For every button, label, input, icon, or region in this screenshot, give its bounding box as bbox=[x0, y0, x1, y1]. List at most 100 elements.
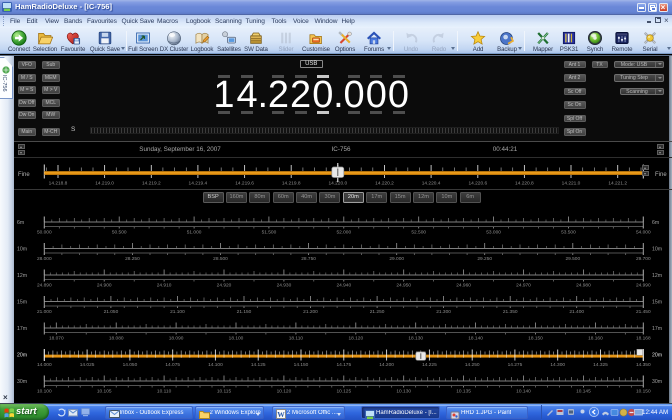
svg-text:18.110: 18.110 bbox=[289, 336, 304, 342]
svg-text:18.140: 18.140 bbox=[468, 336, 483, 342]
svg-text:18.150: 18.150 bbox=[528, 336, 543, 342]
svg-text:21.150: 21.150 bbox=[237, 309, 252, 315]
svg-text:24.900: 24.900 bbox=[97, 283, 112, 289]
svg-text:21.400: 21.400 bbox=[569, 309, 584, 315]
svg-text:14.200: 14.200 bbox=[379, 362, 394, 368]
svg-text:18.130: 18.130 bbox=[408, 336, 423, 342]
svg-text:14.350: 14.350 bbox=[636, 362, 651, 368]
svg-text:21.100: 21.100 bbox=[170, 309, 185, 315]
svg-text:24.990: 24.990 bbox=[636, 283, 651, 289]
svg-text:12m: 12m bbox=[652, 273, 662, 279]
svg-text:17m: 17m bbox=[17, 326, 27, 332]
svg-text:6m: 6m bbox=[17, 220, 24, 226]
svg-text:29.000: 29.000 bbox=[389, 256, 404, 262]
svg-text:24.980: 24.980 bbox=[576, 283, 591, 289]
svg-text:14.075: 14.075 bbox=[165, 362, 180, 368]
svg-text:14.220.4: 14.220.4 bbox=[422, 181, 441, 187]
svg-text:51.000: 51.000 bbox=[187, 230, 202, 236]
svg-text:21.300: 21.300 bbox=[436, 309, 451, 315]
svg-text:14.221.2: 14.221.2 bbox=[608, 181, 627, 187]
svg-text:10m: 10m bbox=[17, 247, 27, 253]
svg-text:14.218.8: 14.218.8 bbox=[49, 181, 68, 187]
svg-text:14.219.8: 14.219.8 bbox=[282, 181, 301, 187]
svg-text:21.000: 21.000 bbox=[37, 309, 52, 315]
svg-text:14.150: 14.150 bbox=[294, 362, 309, 368]
svg-text:10.145: 10.145 bbox=[576, 389, 591, 395]
svg-text:14.219.2: 14.219.2 bbox=[142, 181, 161, 187]
svg-text:10.130: 10.130 bbox=[396, 389, 411, 395]
svg-text:30m: 30m bbox=[652, 379, 662, 385]
svg-text:14.300: 14.300 bbox=[550, 362, 565, 368]
svg-text:10m: 10m bbox=[652, 247, 662, 253]
svg-text:50.500: 50.500 bbox=[112, 230, 127, 236]
svg-text:17m: 17m bbox=[652, 326, 662, 332]
svg-text:18.120: 18.120 bbox=[348, 336, 363, 342]
svg-text:21.050: 21.050 bbox=[104, 309, 119, 315]
svg-text:21.350: 21.350 bbox=[503, 309, 518, 315]
svg-text:50.000: 50.000 bbox=[37, 230, 52, 236]
svg-text:14.220.8: 14.220.8 bbox=[515, 181, 534, 187]
svg-text:18.160: 18.160 bbox=[588, 336, 603, 342]
svg-text:14.125: 14.125 bbox=[251, 362, 266, 368]
svg-text:24.930: 24.930 bbox=[277, 283, 292, 289]
svg-text:14.025: 14.025 bbox=[80, 362, 95, 368]
svg-text:10.100: 10.100 bbox=[37, 389, 52, 395]
svg-text:10.115: 10.115 bbox=[217, 389, 232, 395]
svg-text:24.890: 24.890 bbox=[37, 283, 52, 289]
svg-text:53.500: 53.500 bbox=[561, 230, 576, 236]
svg-text:54.000: 54.000 bbox=[636, 230, 651, 236]
svg-text:10.120: 10.120 bbox=[277, 389, 292, 395]
svg-text:24.940: 24.940 bbox=[336, 283, 351, 289]
svg-text:14.325: 14.325 bbox=[593, 362, 608, 368]
svg-text:14.000: 14.000 bbox=[37, 362, 52, 368]
svg-text:14.250: 14.250 bbox=[465, 362, 480, 368]
svg-text:29.250: 29.250 bbox=[477, 256, 492, 262]
svg-text:21.200: 21.200 bbox=[303, 309, 318, 315]
svg-text:10.110: 10.110 bbox=[157, 389, 172, 395]
svg-text:24.970: 24.970 bbox=[516, 283, 531, 289]
svg-text:24.950: 24.950 bbox=[396, 283, 411, 289]
svg-text:29.700: 29.700 bbox=[636, 256, 651, 262]
svg-text:10.135: 10.135 bbox=[456, 389, 471, 395]
svg-text:24.920: 24.920 bbox=[217, 283, 232, 289]
svg-text:20m: 20m bbox=[652, 353, 662, 359]
svg-text:10.150: 10.150 bbox=[636, 389, 651, 395]
svg-text:14.221.0: 14.221.0 bbox=[562, 181, 581, 187]
svg-text:14.220.6: 14.220.6 bbox=[468, 181, 487, 187]
svg-text:14.219.0: 14.219.0 bbox=[95, 181, 114, 187]
svg-text:18.168: 18.168 bbox=[636, 336, 651, 342]
svg-text:21.250: 21.250 bbox=[370, 309, 385, 315]
svg-text:18.080: 18.080 bbox=[109, 336, 124, 342]
svg-text:15m: 15m bbox=[17, 300, 27, 306]
svg-text:52.500: 52.500 bbox=[411, 230, 426, 236]
svg-text:14.220.2: 14.220.2 bbox=[375, 181, 394, 187]
svg-text:10.125: 10.125 bbox=[336, 389, 351, 395]
svg-text:51.500: 51.500 bbox=[262, 230, 277, 236]
svg-text:14.050: 14.050 bbox=[123, 362, 138, 368]
svg-text:28.750: 28.750 bbox=[301, 256, 316, 262]
svg-text:14.275: 14.275 bbox=[508, 362, 523, 368]
svg-text:Fine: Fine bbox=[18, 172, 30, 178]
svg-text:Fine: Fine bbox=[655, 172, 667, 178]
svg-text:18.070: 18.070 bbox=[49, 336, 64, 342]
svg-text:W: W bbox=[277, 410, 285, 419]
svg-text:29.500: 29.500 bbox=[565, 256, 580, 262]
svg-text:52.000: 52.000 bbox=[336, 230, 351, 236]
svg-text:6m: 6m bbox=[652, 220, 659, 226]
svg-text:18.090: 18.090 bbox=[169, 336, 184, 342]
svg-text:28.500: 28.500 bbox=[213, 256, 228, 262]
svg-text:12m: 12m bbox=[17, 273, 27, 279]
svg-text:28.250: 28.250 bbox=[125, 256, 140, 262]
svg-text:14.219.4: 14.219.4 bbox=[189, 181, 208, 187]
svg-text:24.960: 24.960 bbox=[456, 283, 471, 289]
svg-text:10.140: 10.140 bbox=[516, 389, 531, 395]
svg-text:14.219.6: 14.219.6 bbox=[235, 181, 254, 187]
svg-text:30m: 30m bbox=[17, 379, 27, 385]
svg-text:18.100: 18.100 bbox=[229, 336, 244, 342]
svg-text:14.100: 14.100 bbox=[208, 362, 223, 368]
svg-text:28.000: 28.000 bbox=[37, 256, 52, 262]
svg-text:15m: 15m bbox=[652, 300, 662, 306]
svg-text:14.225: 14.225 bbox=[422, 362, 437, 368]
svg-text:10.105: 10.105 bbox=[97, 389, 112, 395]
svg-text:21.450: 21.450 bbox=[636, 309, 651, 315]
